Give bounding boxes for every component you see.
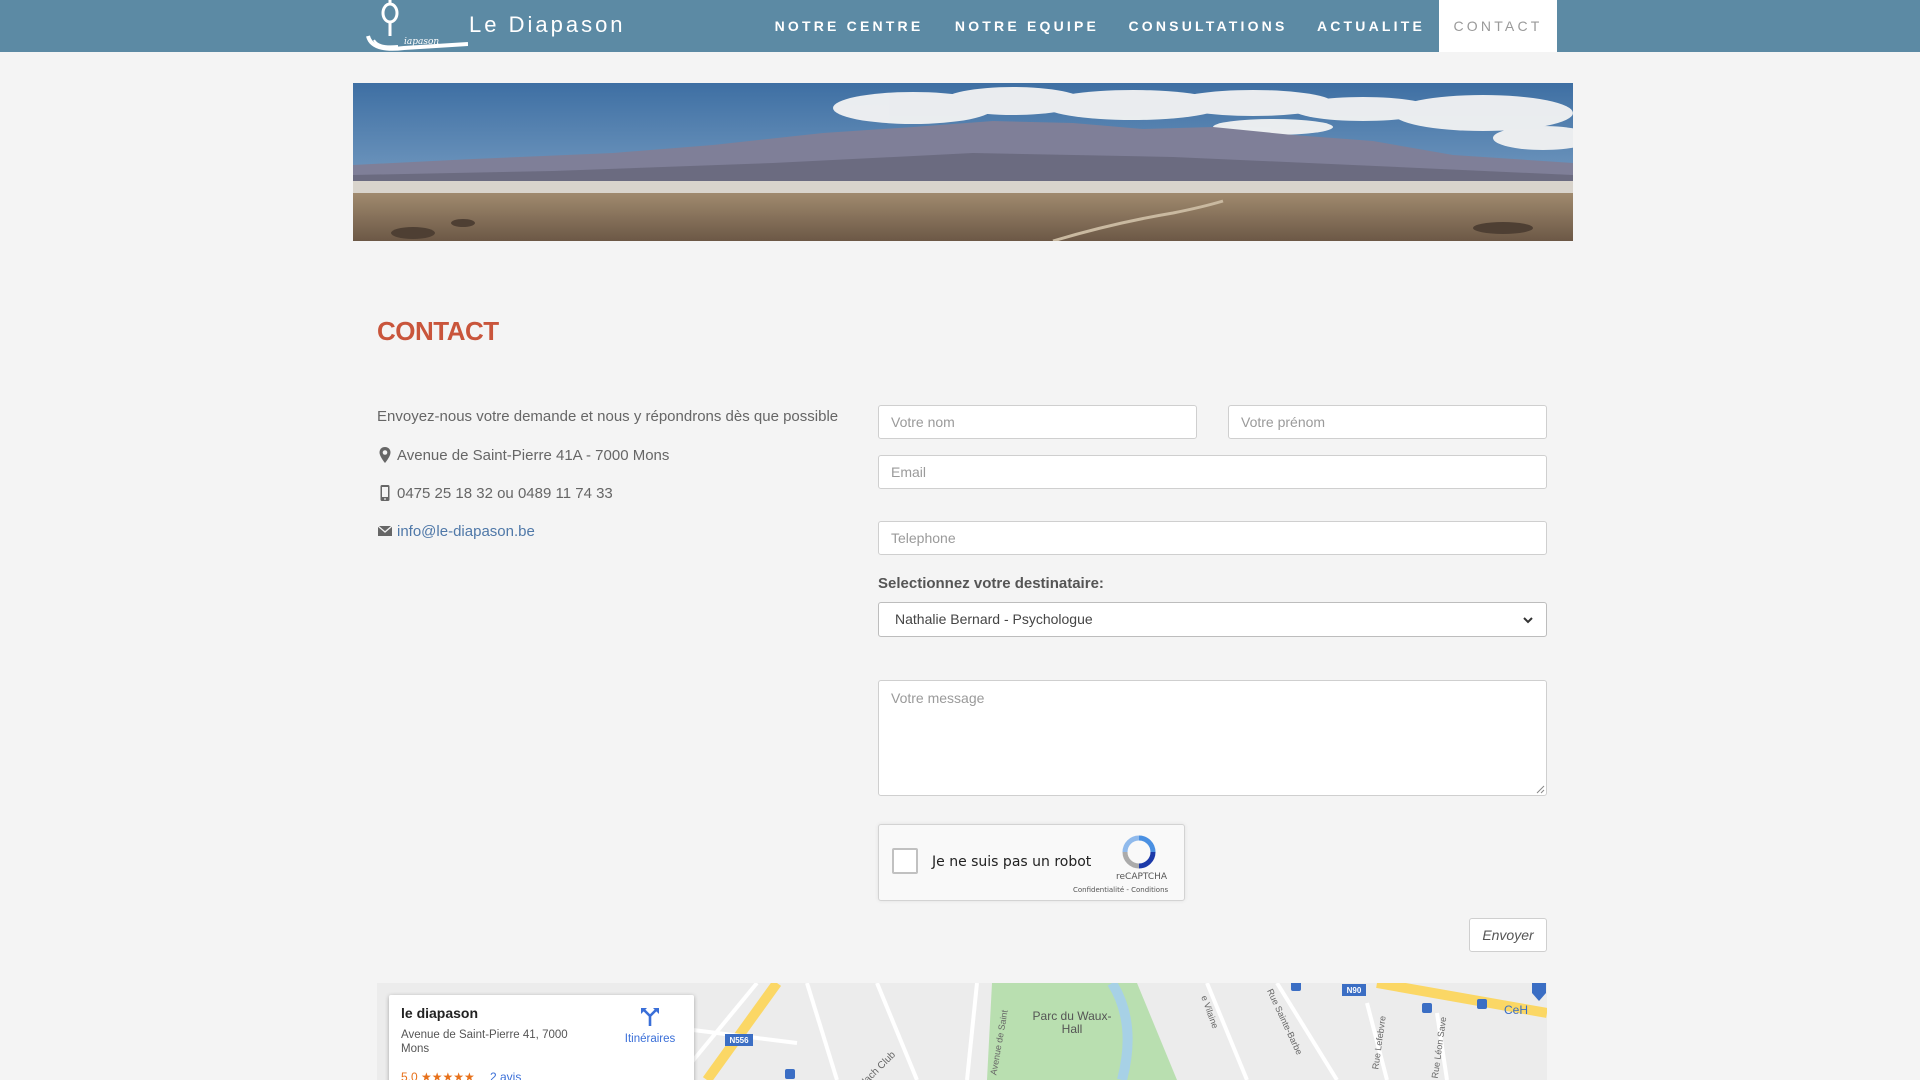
map-place-name[interactable]: le diapason: [401, 1005, 478, 1021]
resize-grip-icon[interactable]: [1535, 784, 1545, 794]
map-place-address: Avenue de Saint-Pierre 41, 7000 Mons: [401, 1029, 568, 1055]
road-n556-label: N556: [729, 1036, 749, 1045]
recipient-label: Selectionnez votre destinataire:: [878, 575, 1104, 592]
contact-intro: Envoyez-nous votre demande et nous y rép…: [377, 408, 838, 425]
recaptcha-checkbox[interactable]: [892, 848, 918, 874]
brand-name[interactable]: Le Diapason: [469, 12, 626, 38]
send-button[interactable]: Envoyer: [1469, 918, 1547, 952]
message-wrapper: [878, 680, 1547, 796]
page-title: CONTACT: [377, 316, 499, 346]
map-directions-button[interactable]: Itinéraires: [621, 1007, 679, 1045]
email-input[interactable]: [878, 455, 1547, 489]
recipient-selected-value: Nathalie Bernard - Psychologue: [895, 611, 1093, 627]
map-reviews-link[interactable]: 2 avis: [490, 1070, 521, 1080]
map-label-ceh: CeH: [1504, 1003, 1528, 1017]
map-label-park: Parc du Waux-Hall: [1032, 1009, 1112, 1036]
directions-icon: [641, 1008, 659, 1026]
nav-consultations[interactable]: CONSULTATIONS: [1119, 0, 1297, 52]
recipient-select[interactable]: Nathalie Bernard - Psychologue: [878, 602, 1547, 637]
top-navbar: iapason Le Diapason NOTRE CENTRE NOTRE E…: [0, 0, 1920, 52]
brand[interactable]: iapason Le Diapason: [364, 0, 634, 52]
nav-actualite[interactable]: ACTUALITE: [1305, 0, 1437, 52]
envelope-icon: [377, 525, 393, 536]
recaptcha-widget: Je ne suis pas un robot reCAPTCHA Confid…: [878, 824, 1185, 901]
recaptcha-brand: reCAPTCHA: [1116, 872, 1168, 882]
road-n90-label: N90: [1347, 986, 1362, 995]
chevron-down-icon: [1523, 617, 1533, 624]
last-name-input[interactable]: [878, 405, 1197, 439]
telephone-input[interactable]: [878, 521, 1547, 555]
mobile-phone-icon: [380, 485, 390, 501]
nav-notre-equipe[interactable]: NOTRE EQUIPE: [943, 0, 1111, 52]
map-pin-icon: [379, 447, 391, 463]
contact-phone-text: 0475 25 18 32 ou 0489 11 74 33: [397, 484, 613, 502]
contact-email-link[interactable]: info@le-diapason.be: [397, 523, 535, 540]
logo-lettering: iapason: [404, 37, 439, 47]
contact-address: Avenue de Saint-Pierre 41A - 7000 Mons: [377, 446, 669, 464]
map-place-card: le diapason Avenue de Saint-Pierre 41, 7…: [389, 995, 694, 1080]
contact-email: info@le-diapason.be: [377, 522, 535, 540]
tuning-fork-logo-icon: iapason: [366, 0, 468, 51]
recaptcha-privacy-terms-links[interactable]: Confidentialité - Conditions: [1073, 886, 1168, 894]
message-textarea[interactable]: [878, 680, 1547, 796]
landscape-banner: [353, 83, 1573, 241]
google-map[interactable]: N556 N90 CeH du Flach Club Avenue de Sai…: [377, 983, 1547, 1080]
map-place-rating: 5,0 ★★★★★: [401, 1070, 475, 1080]
map-directions-label: Itinéraires: [624, 1033, 676, 1045]
contact-phone: 0475 25 18 32 ou 0489 11 74 33: [377, 484, 613, 502]
nav-notre-centre[interactable]: NOTRE CENTRE: [763, 0, 935, 52]
recaptcha-logo-icon: [1122, 835, 1156, 869]
contact-intro-text: Envoyez-nous votre demande et nous y rép…: [377, 408, 839, 425]
recaptcha-label: Je ne suis pas un robot: [932, 854, 1092, 870]
nav-contact[interactable]: CONTACT: [1439, 0, 1557, 52]
desert-landscape-image: [353, 83, 1573, 241]
contact-address-text: Avenue de Saint-Pierre 41A - 7000 Mons: [397, 446, 670, 464]
first-name-input[interactable]: [1228, 405, 1547, 439]
